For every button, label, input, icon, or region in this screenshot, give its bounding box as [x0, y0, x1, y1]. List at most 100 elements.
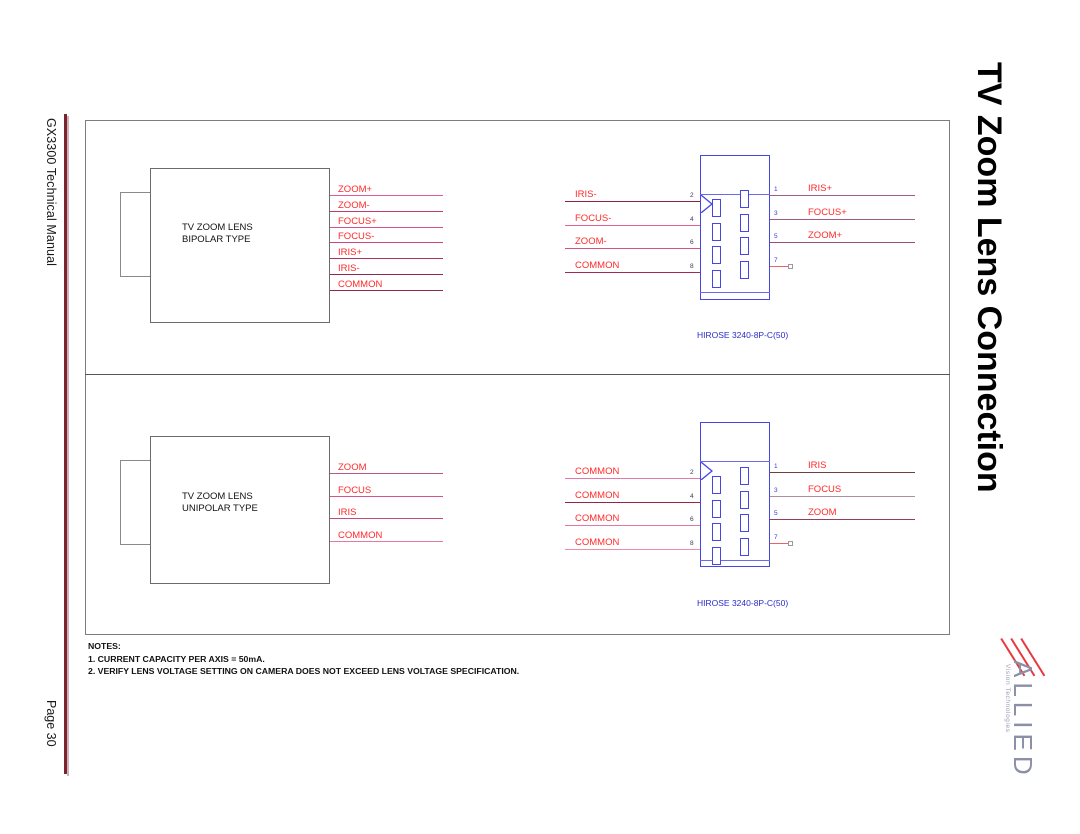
- logo-wordmark: ALLIED: [1008, 660, 1038, 780]
- bipolar-lens-wire-5: [330, 274, 443, 275]
- bipolar-conn-left-pinnum-4: 4: [690, 215, 694, 223]
- unipolar-conn-left-wire-2: [565, 478, 700, 479]
- bipolar-conn-right-pinnum-7: 7: [774, 256, 778, 264]
- page-number: Page 30: [44, 700, 58, 747]
- unipolar-lens-label-line1: TV ZOOM LENS: [182, 491, 253, 502]
- bipolar-connector-caption: HIROSE 3240-8P-C(50): [697, 330, 789, 340]
- bipolar-conn-left-label-6: ZOOM-: [575, 236, 607, 247]
- unipolar-connector-body: [700, 422, 770, 567]
- unipolar-conn-right-pinnum-1: 1: [774, 463, 778, 470]
- bipolar-connector-pin-slot-3: [740, 213, 749, 232]
- unipolar-lens-wire-label-2: IRIS: [338, 507, 357, 519]
- bipolar-lens-wire-label-2: FOCUS+: [338, 215, 377, 227]
- unipolar-connector-pin-slot-3: [740, 490, 749, 509]
- bipolar-conn-right-wire-3: [770, 218, 915, 220]
- unipolar-conn-left-pinnum-4: 4: [690, 492, 694, 500]
- unipolar-conn-right-wire-3: [770, 495, 915, 497]
- unipolar-connector-pin-slot-4: [712, 523, 721, 541]
- bipolar-conn-left-pinnum-2: 2: [690, 192, 694, 199]
- unipolar-lens-wire-3: [330, 540, 443, 542]
- bipolar-connector-pin-slot-4: [712, 246, 721, 264]
- bipolar-conn-right-pinnum-1: 1: [774, 186, 778, 193]
- bipolar-conn-left-pinnum-6: 6: [690, 239, 694, 246]
- bipolar-conn-left-pinnum-8: 8: [690, 262, 694, 270]
- unipolar-conn-left-wire-4: [565, 501, 700, 503]
- bipolar-conn-left-wire-4: [565, 224, 700, 226]
- bipolar-connector-pin-slot-0: [712, 199, 721, 217]
- bipolar-lens-wire-label-3: FOCUS-: [338, 231, 375, 243]
- bipolar-lens-wire-4: [330, 258, 443, 260]
- bipolar-conn-right-terminal-7: [788, 263, 793, 269]
- unipolar-connector-bottom-divider: [700, 560, 770, 561]
- unipolar-conn-left-pinnum-6: 6: [690, 516, 694, 523]
- unipolar-lens-wire-label-3: COMMON: [338, 529, 383, 541]
- bipolar-conn-right-label-5: ZOOM+: [808, 230, 843, 241]
- unipolar-lens-wire-2: [330, 518, 443, 520]
- unipolar-conn-right-pinnum-5: 5: [774, 510, 778, 517]
- unipolar-conn-right-pinnum-7: 7: [774, 533, 778, 541]
- bipolar-conn-right-wire-1: [770, 195, 915, 196]
- bipolar-connector-pin-slot-1: [740, 190, 749, 208]
- bipolar-conn-left-wire-2: [565, 201, 700, 202]
- sidebar-accent-rule-shadow: [67, 116, 69, 776]
- bipolar-connector-pin-slot-5: [740, 237, 749, 255]
- unipolar-conn-left-label-8: COMMON: [575, 536, 620, 548]
- unipolar-lens-barrel: [120, 460, 151, 545]
- note-item-1: 1. CURRENT CAPACITY PER AXIS = 50mA.: [88, 653, 265, 664]
- unipolar-conn-right-label-1: IRIS: [808, 460, 827, 471]
- unipolar-connector-pin-slot-7: [740, 537, 749, 556]
- bipolar-lens-wire-3: [330, 242, 443, 244]
- bipolar-connector-pin-slot-6: [712, 269, 721, 288]
- unipolar-conn-right-pinnum-3: 3: [774, 486, 778, 494]
- unipolar-conn-left-label-4: COMMON: [575, 489, 620, 501]
- unipolar-conn-left-label-6: COMMON: [575, 513, 620, 524]
- unipolar-connector-caption: HIROSE 3240-8P-C(50): [697, 598, 789, 608]
- unipolar-conn-left-wire-8: [565, 548, 700, 550]
- unipolar-lens-label-line2: UNIPOLAR TYPE: [182, 503, 258, 514]
- bipolar-lens-wire-1: [330, 210, 443, 212]
- unipolar-conn-right-wire-7: [770, 542, 790, 544]
- bipolar-lens-wire-label-6: COMMON: [338, 278, 383, 290]
- unipolar-connector-pin-slot-0: [712, 476, 721, 494]
- bipolar-conn-left-label-4: FOCUS-: [575, 212, 612, 224]
- bipolar-lens-wire-label-4: IRIS+: [338, 247, 363, 259]
- notes-heading: NOTES:: [88, 641, 121, 651]
- unipolar-connector-pin-slot-2: [712, 499, 721, 518]
- manual-title: GX3300 Technical Manual: [44, 118, 58, 266]
- bipolar-lens-wire-label-5: IRIS-: [338, 263, 360, 274]
- unipolar-conn-right-label-3: FOCUS: [808, 483, 842, 495]
- bipolar-lens-wire-0: [330, 195, 443, 196]
- bipolar-lens-wire-2: [330, 226, 443, 228]
- note-item-2: 2. VERIFY LENS VOLTAGE SETTING ON CAMERA…: [88, 666, 520, 677]
- allied-logo: ALLIED Vision Technologies: [990, 632, 1070, 802]
- bipolar-lens-wire-label-0: ZOOM+: [338, 184, 373, 195]
- notes-block: NOTES: 1. CURRENT CAPACITY PER AXIS = 50…: [88, 640, 519, 678]
- unipolar-lens-label: TV ZOOM LENS UNIPOLAR TYPE: [182, 491, 258, 515]
- unipolar-connector-pin-slot-5: [740, 514, 749, 532]
- unipolar-conn-right-label-5: ZOOM: [808, 507, 837, 518]
- unipolar-conn-right-wire-5: [770, 519, 915, 520]
- bipolar-lens-barrel: [120, 192, 151, 277]
- bipolar-conn-right-wire-7: [770, 265, 790, 267]
- bipolar-lens-wire-label-1: ZOOM-: [338, 199, 370, 211]
- unipolar-conn-left-pinnum-8: 8: [690, 539, 694, 547]
- bipolar-connector-body: [700, 155, 770, 300]
- bipolar-lens-label-line1: TV ZOOM LENS: [182, 222, 253, 233]
- bipolar-conn-right-label-1: IRIS+: [808, 183, 833, 194]
- page-title: TV Zoom Lens Connection: [970, 62, 1008, 493]
- logo-tagline: Vision Technologies: [1004, 664, 1011, 733]
- unipolar-lens-wire-label-0: ZOOM: [338, 462, 367, 473]
- unipolar-conn-right-wire-1: [770, 472, 915, 473]
- unipolar-connector-pin-slot-6: [712, 546, 721, 565]
- panel-divider: [85, 374, 950, 375]
- unipolar-conn-left-label-2: COMMON: [575, 466, 620, 477]
- bipolar-conn-left-wire-8: [565, 271, 700, 273]
- bipolar-lens-label-line2: BIPOLAR TYPE: [182, 234, 251, 245]
- unipolar-lens-wire-label-1: FOCUS: [338, 484, 372, 496]
- bipolar-conn-left-label-8: COMMON: [575, 259, 620, 271]
- unipolar-conn-left-pinnum-2: 2: [690, 469, 694, 476]
- bipolar-conn-right-pinnum-3: 3: [774, 209, 778, 217]
- bipolar-conn-left-wire-6: [565, 248, 700, 249]
- bipolar-conn-right-pinnum-5: 5: [774, 233, 778, 240]
- bipolar-conn-right-wire-5: [770, 242, 915, 243]
